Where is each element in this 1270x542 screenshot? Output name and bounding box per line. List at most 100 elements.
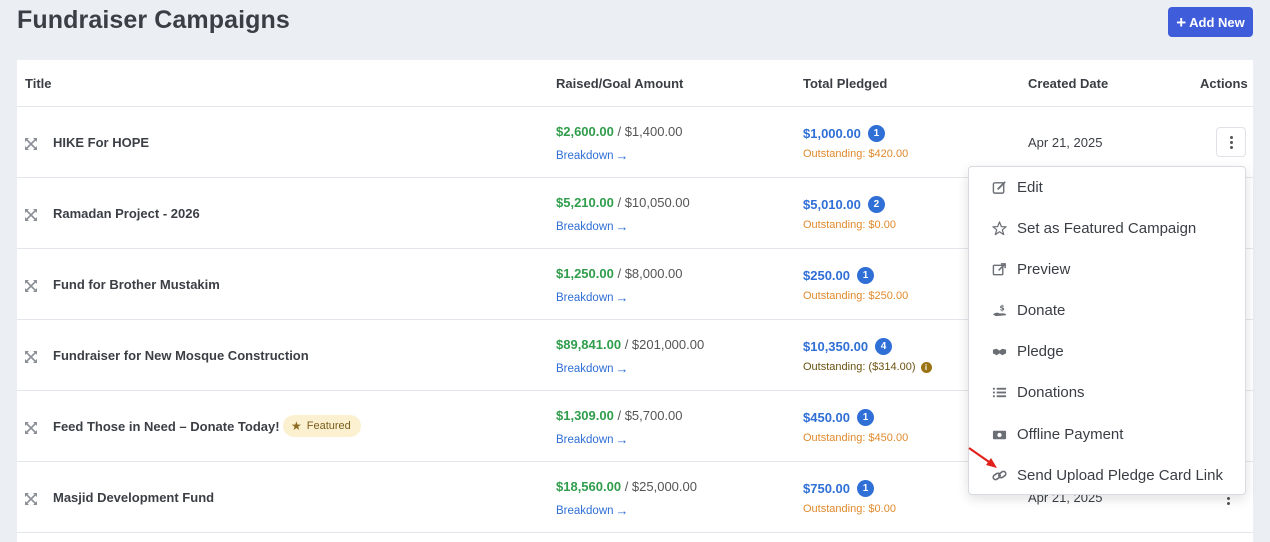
amount-separator: /: [621, 337, 632, 352]
star-icon: [991, 220, 1007, 236]
pledge-count-badge: 1: [857, 409, 874, 426]
raised-amount: $2,600.00: [556, 124, 614, 139]
actions-dropdown-menu: Edit Set as Featured Campaign Preview $ Dona…: [968, 166, 1246, 495]
header-pledged: Total Pledged: [803, 76, 888, 91]
edit-icon: [991, 179, 1007, 195]
menu-item-set-as-featured-campaign[interactable]: Set as Featured Campaign: [969, 211, 1245, 245]
donate-hand-icon: $: [991, 302, 1007, 318]
drag-handle-icon[interactable]: [25, 208, 37, 221]
header-created: Created Date: [1028, 76, 1109, 91]
breakdown-label: Breakdown: [556, 149, 614, 162]
header-actions: Actions: [1200, 76, 1248, 91]
header-title: Title: [25, 76, 52, 91]
menu-item-label: Offline Payment: [1017, 425, 1124, 443]
breakdown-link[interactable]: Breakdown →: [556, 290, 629, 305]
total-pledged[interactable]: $10,350.00 4: [803, 338, 893, 355]
info-icon[interactable]: i: [920, 361, 932, 373]
outstanding-text: Outstanding: ($314.00): [803, 361, 916, 373]
pledged-amount: $750.00: [803, 481, 850, 496]
menu-item-donate[interactable]: $ Donate: [969, 293, 1245, 327]
breakdown-link[interactable]: Breakdown →: [556, 432, 629, 447]
money-bill-icon: [991, 426, 1007, 442]
outstanding-amount: Outstanding: $450.00: [803, 432, 908, 444]
total-pledged[interactable]: $450.00 1: [803, 409, 874, 426]
amount-separator: /: [613, 408, 625, 423]
menu-item-preview[interactable]: Preview: [969, 252, 1245, 286]
goal-amount: $5,700.00: [624, 408, 683, 423]
outstanding-amount: Outstanding: $250.00: [803, 290, 908, 302]
plus-icon: +: [1176, 12, 1187, 32]
arrow-right-icon: →: [615, 290, 629, 305]
outstanding-amount: Outstanding: $420.00: [803, 148, 908, 160]
amount-separator: /: [613, 124, 625, 139]
drag-handle-icon[interactable]: [25, 279, 37, 292]
breakdown-label: Breakdown: [556, 504, 614, 517]
actions-kebab-button[interactable]: [1216, 127, 1246, 157]
breakdown-link[interactable]: Breakdown →: [556, 148, 629, 163]
raised-goal-amount: $1,309.00 / $5,700.00: [556, 408, 683, 423]
menu-item-offline-payment[interactable]: Offline Payment: [969, 417, 1245, 451]
drag-handle-icon[interactable]: [25, 421, 37, 434]
menu-item-label: Set as Featured Campaign: [1017, 219, 1197, 237]
pledged-amount: $5,010.00: [803, 197, 861, 212]
total-pledged[interactable]: $750.00 1: [803, 480, 874, 497]
breakdown-link[interactable]: Breakdown →: [556, 219, 629, 234]
arrow-right-icon: →: [615, 432, 629, 447]
pledged-amount: $10,350.00: [803, 339, 869, 354]
list-icon: [991, 384, 1007, 400]
campaign-title[interactable]: HIKE For HOPE: [53, 135, 149, 150]
menu-item-label: Preview: [1017, 260, 1071, 278]
raised-amount: $1,250.00: [556, 266, 614, 281]
breakdown-link[interactable]: Breakdown →: [556, 503, 629, 518]
campaign-title[interactable]: Masjid Development Fund: [53, 490, 214, 505]
raised-goal-amount: $18,560.00 / $25,000.00: [556, 479, 697, 494]
drag-handle-icon[interactable]: [25, 137, 37, 150]
drag-handle-icon[interactable]: [25, 492, 37, 505]
total-pledged[interactable]: $5,010.00 2: [803, 196, 885, 213]
campaign-title[interactable]: Ramadan Project - 2026: [53, 206, 200, 221]
pledge-count-badge: 1: [867, 125, 885, 142]
featured-badge: ★ Featured: [283, 415, 361, 437]
pledge-count-badge: 4: [875, 338, 893, 355]
menu-item-edit[interactable]: Edit: [969, 170, 1245, 204]
total-pledged[interactable]: $250.00 1: [803, 267, 874, 284]
raised-goal-amount: $5,210.00 / $10,050.00: [556, 195, 690, 210]
menu-item-label: Pledge: [1017, 342, 1064, 360]
breakdown-label: Breakdown: [556, 433, 614, 446]
amount-separator: /: [621, 479, 632, 494]
menu-item-pledge[interactable]: Pledge: [969, 334, 1245, 368]
page-title: Fundraiser Campaigns: [17, 6, 290, 34]
menu-item-label: Edit: [1017, 178, 1043, 196]
arrow-right-icon: →: [615, 503, 629, 518]
menu-item-donations[interactable]: Donations: [969, 375, 1245, 409]
outstanding-text: Outstanding: $0.00: [803, 219, 896, 231]
campaign-title[interactable]: Feed Those in Need – Donate Today!: [53, 419, 280, 434]
pledged-amount: $250.00: [803, 268, 850, 283]
pledge-count-badge: 2: [867, 196, 885, 213]
breakdown-label: Breakdown: [556, 362, 614, 375]
campaign-title[interactable]: Fundraiser for New Mosque Construction: [53, 348, 309, 363]
drag-handle-icon[interactable]: [25, 350, 37, 363]
annotation-arrow: [968, 447, 997, 468]
outstanding-amount: Outstanding: ($314.00) i: [803, 361, 932, 373]
breakdown-link[interactable]: Breakdown →: [556, 361, 629, 376]
campaign-title[interactable]: Fund for Brother Mustakim: [53, 277, 220, 292]
raised-amount: $18,560.00: [556, 479, 622, 494]
pledged-amount: $1,000.00: [803, 126, 861, 141]
menu-item-label: Send Upload Pledge Card Link: [1017, 466, 1223, 484]
goal-amount: $10,050.00: [624, 195, 690, 210]
created-date: Apr 21, 2025: [1028, 135, 1103, 150]
arrow-right-icon: →: [615, 148, 629, 163]
amount-separator: /: [613, 266, 625, 281]
outstanding-text: Outstanding: $420.00: [803, 148, 909, 160]
breakdown-label: Breakdown: [556, 220, 614, 233]
raised-amount: $89,841.00: [556, 337, 622, 352]
add-new-button[interactable]: + Add New: [1168, 7, 1253, 37]
outstanding-amount: Outstanding: $0.00: [803, 219, 896, 231]
total-pledged[interactable]: $1,000.00 1: [803, 125, 885, 142]
raised-amount: $5,210.00: [556, 195, 614, 210]
breakdown-label: Breakdown: [556, 291, 614, 304]
menu-item-send-upload-pledge-card-link[interactable]: Send Upload Pledge Card Link: [969, 458, 1245, 492]
outstanding-text: Outstanding: $250.00: [803, 290, 909, 302]
amount-separator: /: [613, 195, 625, 210]
